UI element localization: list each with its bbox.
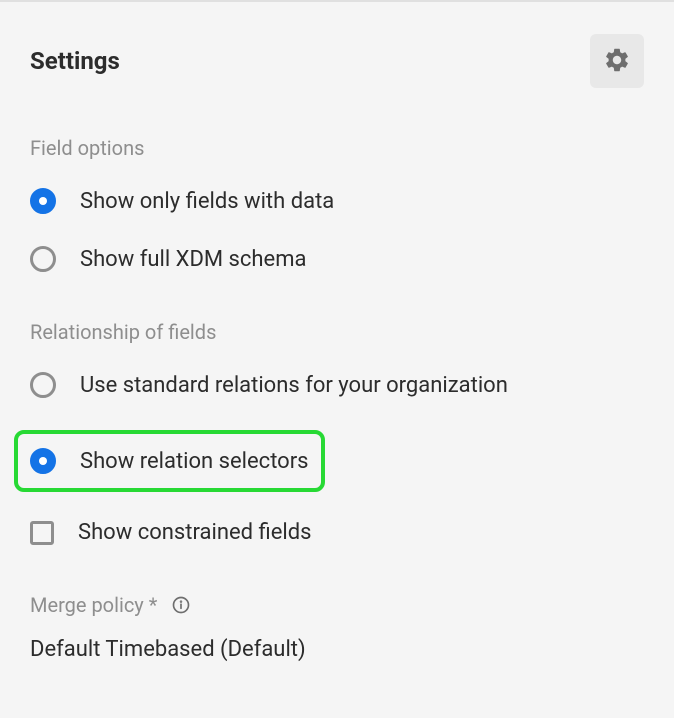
- gear-icon: [603, 46, 631, 77]
- settings-gear-button[interactable]: [590, 34, 644, 88]
- field-options-label: Field options: [30, 136, 644, 160]
- radio-label: Show only fields with data: [80, 189, 334, 214]
- radio-indicator: [30, 246, 56, 272]
- page-title: Settings: [30, 47, 120, 75]
- radio-indicator: [30, 188, 56, 214]
- settings-header: Settings: [30, 34, 644, 88]
- radio-show-only-fields-with-data[interactable]: Show only fields with data: [30, 188, 644, 214]
- radio-label: Show relation selectors: [80, 449, 309, 474]
- checkbox-show-constrained-fields[interactable]: Show constrained fields: [30, 520, 644, 545]
- radio-indicator: [30, 448, 56, 474]
- info-icon[interactable]: [171, 595, 191, 615]
- relationship-fields-section: Relationship of fields Use standard rela…: [30, 320, 644, 545]
- checkbox-label: Show constrained fields: [78, 520, 311, 545]
- radio-show-relation-selectors[interactable]: Show relation selectors: [30, 448, 309, 474]
- field-options-section: Field options Show only fields with data…: [30, 136, 644, 272]
- merge-policy-value: Default Timebased (Default): [30, 637, 644, 662]
- highlighted-option: Show relation selectors: [14, 430, 325, 492]
- checkbox-indicator: [30, 521, 54, 545]
- radio-show-full-xdm-schema[interactable]: Show full XDM schema: [30, 246, 644, 272]
- merge-policy-row: Merge policy *: [30, 593, 644, 617]
- radio-use-standard-relations[interactable]: Use standard relations for your organiza…: [30, 372, 644, 398]
- settings-panel: Settings Field options Show only fields …: [0, 0, 674, 694]
- relationship-fields-label: Relationship of fields: [30, 320, 644, 344]
- radio-indicator: [30, 372, 56, 398]
- merge-policy-label: Merge policy *: [30, 593, 157, 617]
- radio-label: Show full XDM schema: [80, 247, 306, 272]
- radio-label: Use standard relations for your organiza…: [80, 373, 508, 398]
